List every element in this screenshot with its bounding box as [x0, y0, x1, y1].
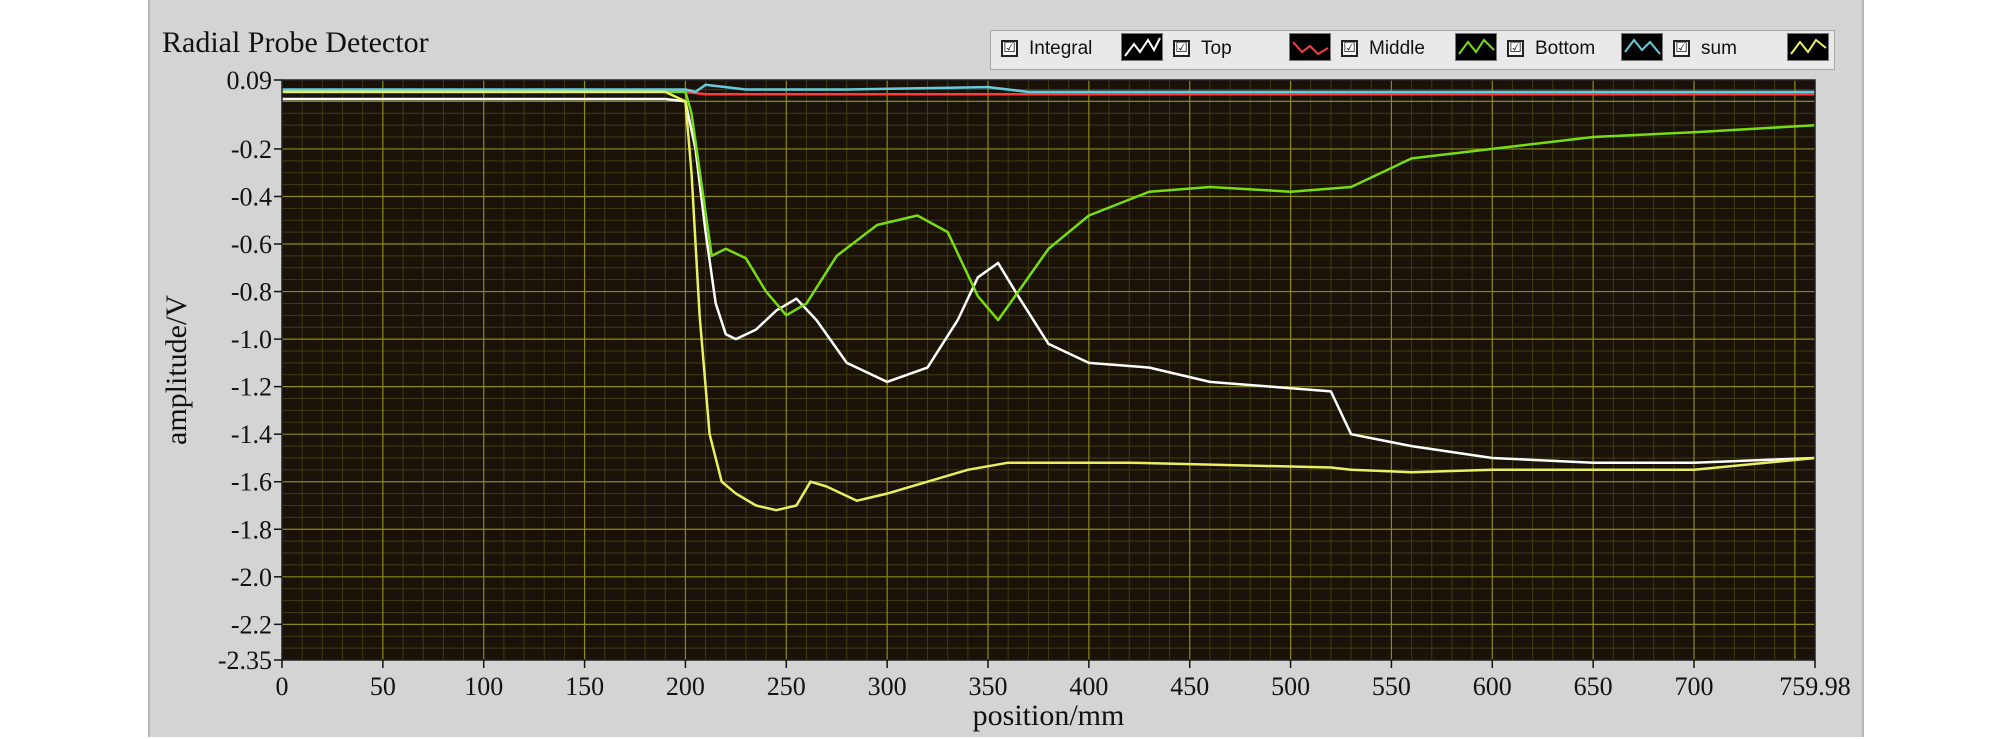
- x-axis-label: position/mm: [973, 699, 1125, 732]
- y-tick-label: 0.09: [227, 66, 273, 95]
- x-tick-label: 50: [370, 672, 396, 701]
- y-axis: 0.09 -0.2 -0.4 -0.6 -0.8 -1.0 -1.2 -1.4 -1.6 -1.8…: [218, 66, 282, 675]
- y-tick-label: -1.4: [231, 420, 272, 449]
- x-tick-label: 600: [1473, 672, 1512, 701]
- chart: 0 50 100 150 200 250 300 350 400 450 500 550 600 650 7…: [160, 66, 1851, 732]
- x-tick-label: 700: [1675, 672, 1714, 701]
- y-tick-label: -2.0: [231, 563, 272, 592]
- y-tick-label: -0.2: [231, 135, 272, 164]
- y-tick-label: -2.2: [231, 610, 272, 639]
- x-tick-label: 450: [1170, 672, 1209, 701]
- x-tick-label: 300: [868, 672, 907, 701]
- y-tick-label: -1.2: [231, 373, 272, 402]
- y-tick-label: -0.6: [231, 230, 272, 259]
- x-tick-label: 150: [565, 672, 604, 701]
- x-tick-label: 550: [1372, 672, 1411, 701]
- x-tick-label: 759.98: [1779, 672, 1851, 701]
- x-tick-label: 200: [666, 672, 705, 701]
- y-tick-label: -0.4: [231, 182, 272, 211]
- x-tick-label: 400: [1069, 672, 1108, 701]
- x-tick-label: 500: [1271, 672, 1310, 701]
- x-tick-label: 650: [1574, 672, 1613, 701]
- x-axis: 0 50 100 150 200 250 300 350 400 450 500 550 600 650 7…: [276, 660, 1851, 701]
- x-tick-label: 100: [464, 672, 503, 701]
- y-tick-label: -1.8: [231, 515, 272, 544]
- y-tick-label: -2.35: [218, 646, 272, 675]
- x-tick-label: 350: [969, 672, 1008, 701]
- y-tick-label: -1.0: [231, 325, 272, 354]
- y-tick-label: -1.6: [231, 468, 272, 497]
- x-tick-label: 0: [276, 672, 289, 701]
- x-tick-label: 250: [767, 672, 806, 701]
- y-axis-label: amplitude/V: [160, 295, 193, 445]
- y-tick-label: -0.8: [231, 278, 272, 307]
